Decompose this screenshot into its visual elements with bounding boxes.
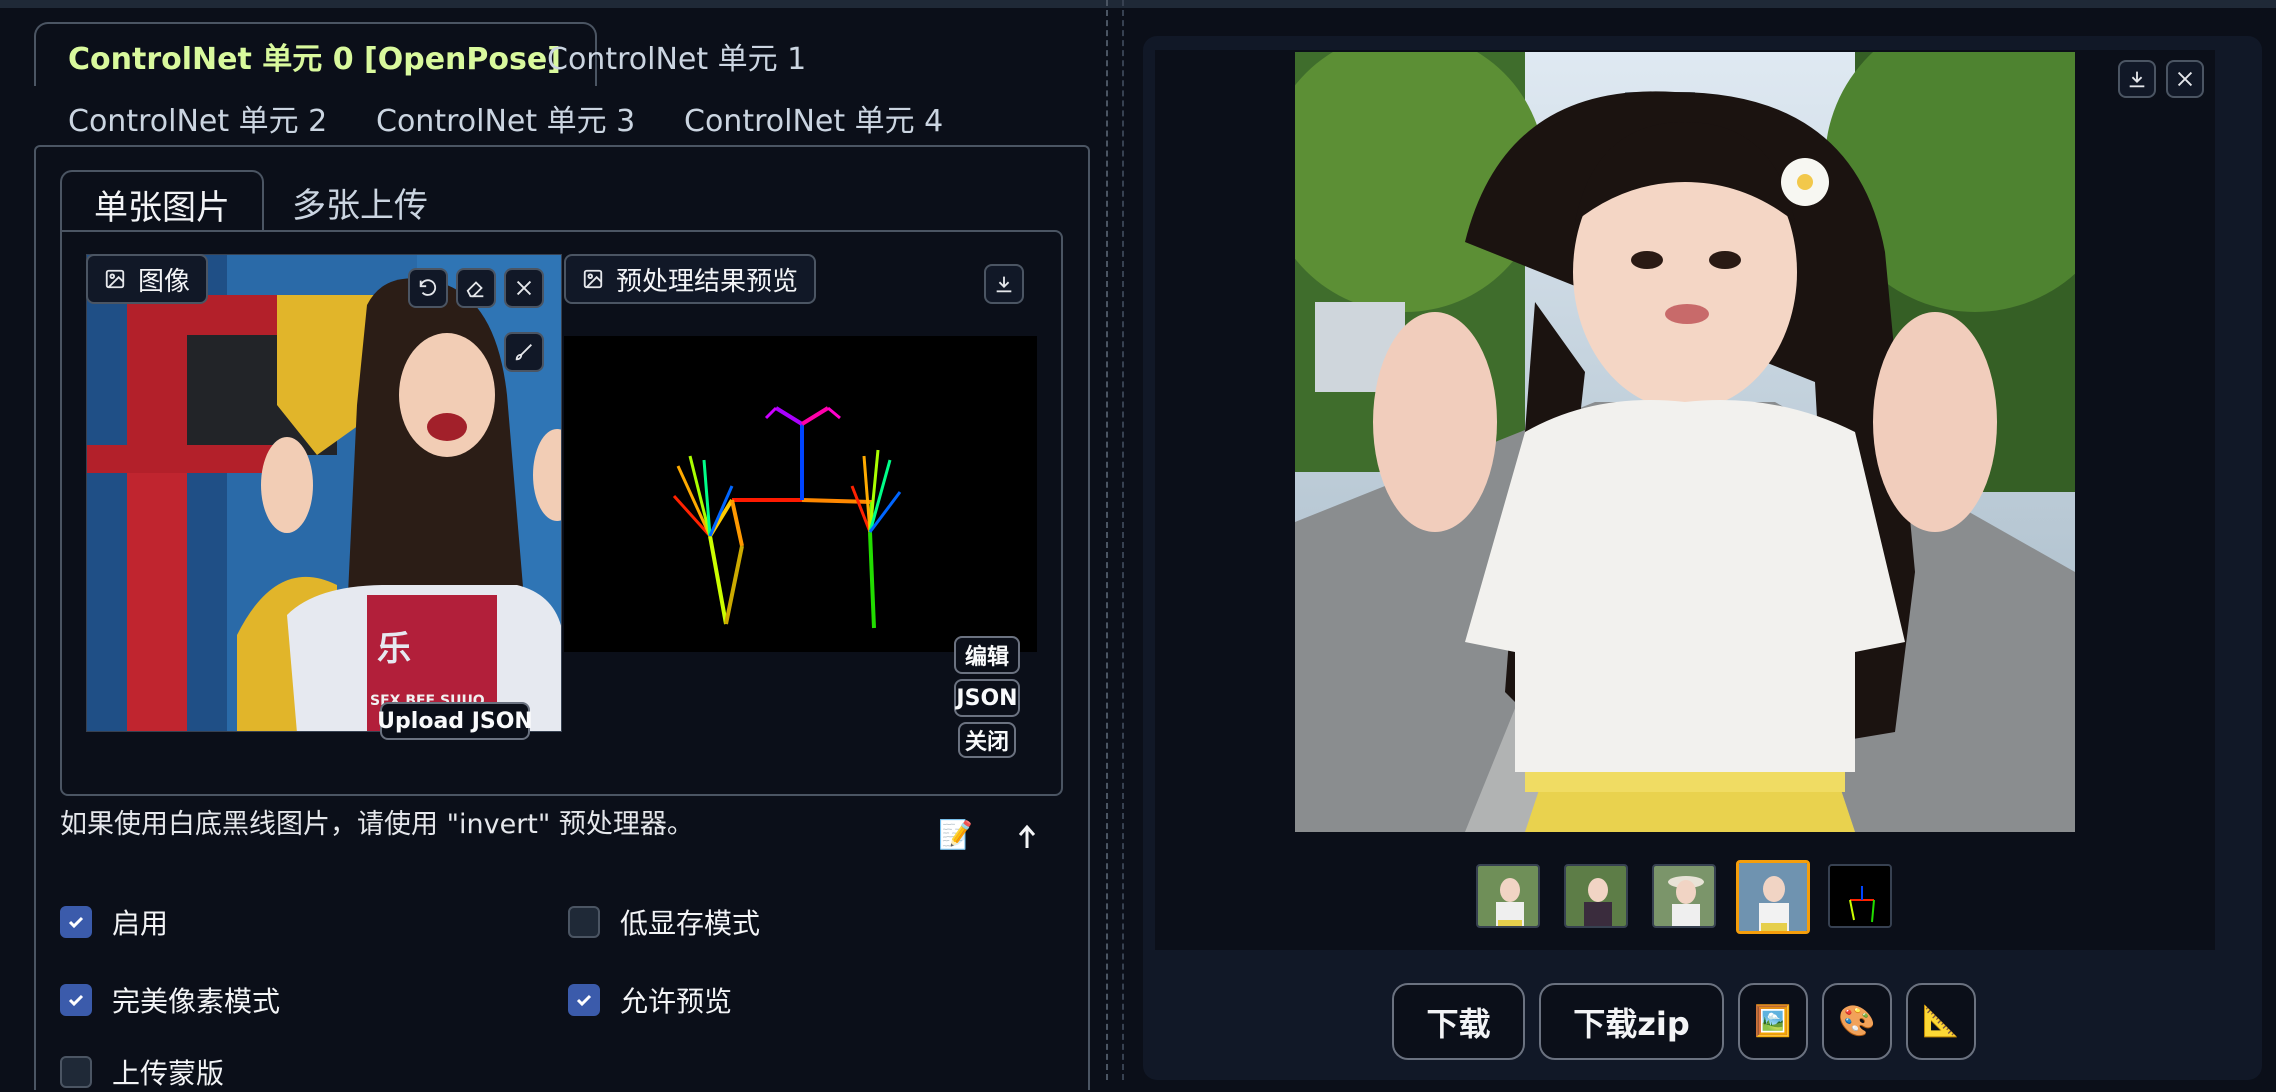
download-zip-button[interactable]: 下载zip xyxy=(1539,983,1724,1060)
low-vram-checkbox[interactable]: 低显存模式 xyxy=(568,902,760,942)
edit-pose-button[interactable]: 编辑 xyxy=(954,636,1020,674)
memo-icon[interactable]: 📝 xyxy=(938,818,973,852)
checkbox-checked-icon xyxy=(60,984,92,1016)
checkbox-checked-icon xyxy=(568,984,600,1016)
generated-photo-illustration xyxy=(1295,52,2075,832)
gallery-thumbnail-5-pose[interactable] xyxy=(1828,864,1892,928)
checkbox-checked-icon xyxy=(60,906,92,938)
send-to-inpaint-button[interactable]: 🎨 xyxy=(1822,983,1892,1060)
tab-controlnet-unit-0[interactable]: ControlNet 单元 0 [OpenPose] xyxy=(34,22,597,86)
pixel-perfect-label: 完美像素模式 xyxy=(112,985,281,1018)
brush-button[interactable] xyxy=(504,332,544,372)
download-image-button[interactable] xyxy=(2118,60,2156,98)
image-icon xyxy=(105,269,125,289)
pose-preview-image xyxy=(564,336,1037,652)
undo-icon xyxy=(419,279,437,296)
close-preview-button[interactable]: 关闭 xyxy=(958,722,1016,758)
tab-controlnet-unit-4[interactable]: ControlNet 单元 4 xyxy=(684,96,943,140)
low-vram-label: 低显存模式 xyxy=(620,907,761,940)
send-to-img2img-button[interactable]: 🖼️ xyxy=(1738,983,1808,1060)
tab-controlnet-unit-2[interactable]: ControlNet 单元 2 xyxy=(68,96,327,140)
image-input-label-text: 图像 xyxy=(138,266,191,297)
allow-preview-label: 允许预览 xyxy=(620,985,733,1018)
enable-label: 启用 xyxy=(112,907,169,940)
checkbox-unchecked-icon xyxy=(60,1056,92,1088)
close-gallery-preview-button[interactable] xyxy=(2166,60,2204,98)
eraser-button[interactable] xyxy=(456,268,496,308)
eraser-icon xyxy=(466,281,484,298)
gallery-thumbnail-4-selected[interactable] xyxy=(1736,860,1810,934)
pixel-perfect-checkbox[interactable]: 完美像素模式 xyxy=(60,980,280,1020)
close-icon xyxy=(516,280,532,296)
openpose-skeleton xyxy=(672,406,902,629)
image-icon xyxy=(583,269,603,289)
generated-image[interactable] xyxy=(1295,52,2075,832)
upload-mask-label: 上传蒙版 xyxy=(112,1057,225,1090)
allow-preview-checkbox[interactable]: 允许预览 xyxy=(568,980,732,1020)
download-icon xyxy=(996,276,1012,293)
input-photo-illustration: 乐 SEX BFE SUUO xyxy=(87,255,561,731)
undo-button[interactable] xyxy=(408,268,448,308)
svg-text:乐: 乐 xyxy=(377,629,411,669)
checkbox-unchecked-icon xyxy=(568,906,600,938)
gallery-thumbnail-3[interactable] xyxy=(1652,864,1716,928)
enable-checkbox[interactable]: 启用 xyxy=(60,902,168,942)
gallery-thumbnail-2[interactable] xyxy=(1564,864,1628,928)
preprocessor-preview-label-text: 预处理结果预览 xyxy=(616,266,799,297)
panel-divider xyxy=(1106,0,1108,1080)
image-input-label: 图像 xyxy=(86,254,209,304)
tab-controlnet-unit-3[interactable]: ControlNet 单元 3 xyxy=(376,96,635,140)
download-icon xyxy=(2129,71,2145,88)
download-button[interactable]: 下载 xyxy=(1392,983,1525,1060)
download-preview-button[interactable] xyxy=(984,264,1024,304)
json-button[interactable]: JSON xyxy=(954,679,1020,717)
invert-hint-text: 如果使用白底黑线图片，请使用 "invert" 预处理器。 xyxy=(60,809,694,840)
clear-image-button[interactable] xyxy=(504,268,544,308)
brush-icon xyxy=(515,344,532,361)
upload-json-button[interactable]: Upload JSON xyxy=(377,702,533,740)
tab-single-image[interactable]: 单张图片 xyxy=(60,170,264,232)
tab-controlnet-unit-1[interactable]: ControlNet 单元 1 xyxy=(547,34,806,78)
swap-arrow-icon[interactable] xyxy=(1010,818,1044,852)
tab-batch-upload[interactable]: 多张上传 xyxy=(292,178,428,227)
input-image[interactable]: 乐 SEX BFE SUUO xyxy=(86,254,562,732)
send-to-extras-button[interactable]: 📐 xyxy=(1906,983,1976,1060)
panel-divider-secondary xyxy=(1122,0,1124,1080)
top-bar xyxy=(0,0,2276,8)
upload-mask-checkbox[interactable]: 上传蒙版 xyxy=(60,1052,224,1092)
close-icon xyxy=(2177,71,2193,87)
preprocessor-preview-label: 预处理结果预览 xyxy=(564,254,817,304)
gallery-thumbnail-1[interactable] xyxy=(1476,864,1540,928)
